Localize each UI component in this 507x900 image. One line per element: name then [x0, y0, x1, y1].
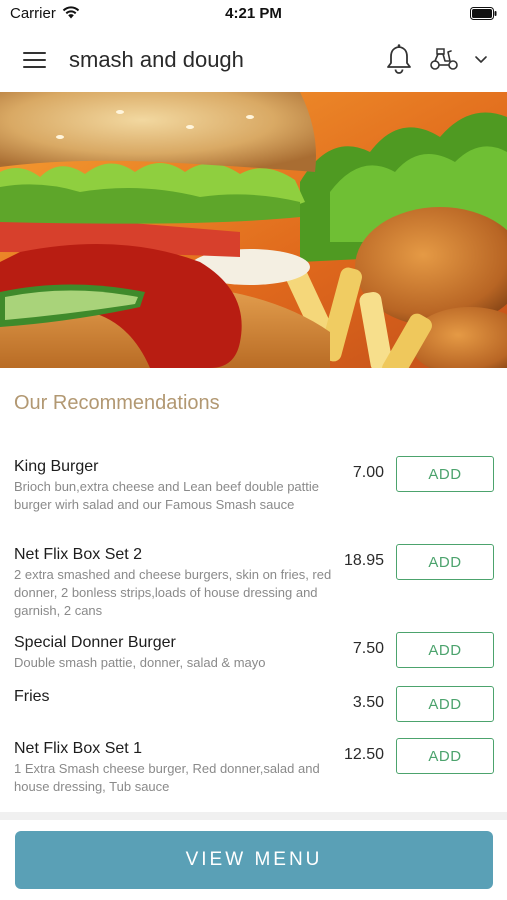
item-description: Double smash pattie, donner, salad & may… [14, 655, 266, 670]
item-description: Brioch bun,extra cheese and Lean beef do… [14, 479, 320, 512]
app-header: smash and dough [0, 28, 507, 92]
item-description: 1 Extra Smash cheese burger, Red donner,… [14, 761, 320, 794]
item-price: 18.95 [343, 552, 384, 569]
menu-item: Fries 3.50 ADD [0, 686, 507, 726]
clock-time: 4:21 PM [225, 5, 282, 22]
status-bar: Carrier 4:21 PM [0, 0, 507, 28]
item-name: Special Donner Burger [14, 634, 176, 651]
hero-banner-image [0, 92, 507, 368]
bell-icon [387, 44, 411, 74]
notifications-button[interactable] [383, 42, 415, 76]
menu-item: Special Donner Burger Double smash patti… [0, 632, 507, 676]
menu-button[interactable] [16, 44, 56, 76]
delivery-mode-dropdown[interactable] [428, 44, 492, 74]
app-title: smash and dough [69, 47, 244, 72]
scooter-icon [430, 48, 458, 70]
item-name: King Burger [14, 458, 99, 475]
add-button[interactable]: ADD [396, 632, 494, 668]
item-name: Net Flix Box Set 1 [14, 740, 143, 757]
section-title: Our Recommendations [14, 392, 220, 414]
item-price: 7.50 [352, 640, 384, 657]
bottom-divider [0, 812, 507, 820]
add-button[interactable]: ADD [396, 456, 494, 492]
menu-item: Net Flix Box Set 2 2 extra smashed and c… [0, 544, 507, 624]
menu-item: King Burger Brioch bun,extra cheese and … [0, 456, 507, 536]
chevron-down-icon [475, 56, 487, 63]
item-price: 12.50 [343, 746, 384, 763]
battery-icon [470, 7, 497, 20]
menu-item: Net Flix Box Set 1 1 Extra Smash cheese … [0, 738, 507, 798]
add-button[interactable]: ADD [396, 738, 494, 774]
item-name: Net Flix Box Set 2 [14, 546, 143, 563]
item-price: 7.00 [352, 464, 384, 481]
add-button[interactable]: ADD [396, 544, 494, 580]
add-button[interactable]: ADD [396, 686, 494, 722]
item-description: 2 extra smashed and cheese burgers, skin… [14, 567, 332, 618]
view-menu-button[interactable]: VIEW MENU [15, 831, 493, 889]
item-price: 3.50 [352, 694, 384, 711]
item-name: Fries [14, 688, 50, 705]
